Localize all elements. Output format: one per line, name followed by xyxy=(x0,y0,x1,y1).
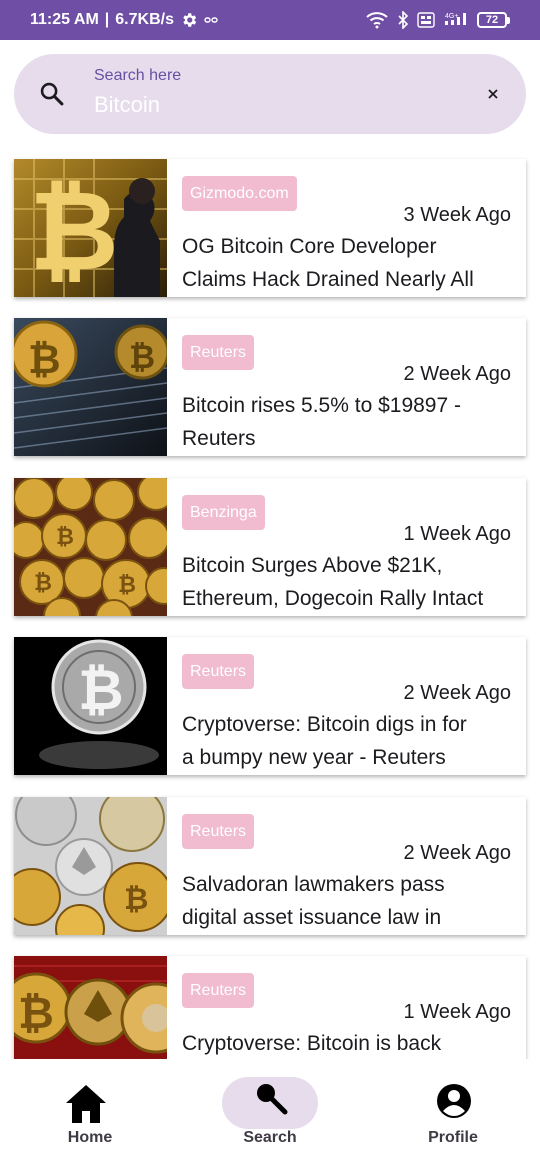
article-age: 2 Week Ago xyxy=(403,363,511,385)
search-icon[interactable] xyxy=(38,80,66,113)
source-badge: Benzinga xyxy=(182,495,265,530)
clear-icon[interactable] xyxy=(484,85,502,103)
link-icon xyxy=(204,15,218,25)
article-title[interactable]: OG Bitcoin Core Developer Claims Hack Dr… xyxy=(182,230,512,296)
nav-label-profile: Profile xyxy=(428,1129,478,1146)
news-card[interactable]: ₿ ₿ ₿ Benzinga 1 Week Ago Bitcoin Surges A… xyxy=(14,478,526,616)
article-title-line: Reuters xyxy=(182,427,256,450)
status-speed: 6.7KB/s xyxy=(115,11,174,28)
article-title-line: OG Bitcoin Core Developer xyxy=(182,235,437,258)
article-title[interactable]: Bitcoin Surges Above $21K, Ethereum, Dog… xyxy=(182,549,512,615)
svg-text:₿: ₿ xyxy=(34,570,52,595)
svg-text:4G+: 4G+ xyxy=(445,13,458,20)
search-nav-icon[interactable] xyxy=(252,1079,288,1120)
signal-icon: 4G+ xyxy=(443,11,469,29)
article-thumbnail: ₿ xyxy=(14,637,167,775)
article-title-line: digital asset issuance law in xyxy=(182,906,442,929)
news-card[interactable]: ₿ Reuters 2 Week Ago Salvadoran lawmaker… xyxy=(14,797,526,935)
article-thumbnail: ₿ xyxy=(14,956,167,1059)
article-thumbnail: ₿ xyxy=(14,797,167,935)
article-title[interactable]: Bitcoin rises 5.5% to $19897 - Reuters xyxy=(182,389,512,455)
source-badge: Gizmodo.com xyxy=(182,176,297,211)
search-label: Search here xyxy=(94,67,182,84)
article-title-line: Cryptoverse: Bitcoin is back xyxy=(182,1032,442,1055)
article-title-line: Salvadoran lawmakers pass xyxy=(182,873,445,896)
source-badge: Reuters xyxy=(182,654,255,689)
article-age: 1 Week Ago xyxy=(403,1001,511,1023)
article-title[interactable]: Salvadoran lawmakers pass digital asset … xyxy=(182,868,512,934)
article-title[interactable]: Cryptoverse: Bitcoin digs in for a bumpy… xyxy=(182,708,512,774)
search-input[interactable]: Bitcoin xyxy=(94,92,160,118)
settings-gear-icon xyxy=(180,11,198,29)
svg-text:₿: ₿ xyxy=(118,572,136,597)
nav-label-search: Search xyxy=(243,1129,297,1146)
battery-icon: 72 xyxy=(477,12,510,28)
svg-text:₿: ₿ xyxy=(29,170,119,293)
article-thumbnail: ₿ ₿ xyxy=(14,318,167,456)
battery-tip xyxy=(507,16,510,24)
status-bar: 11:25 AM | 6.7KB/s 4G+ 72 xyxy=(0,0,540,40)
svg-text:₿: ₿ xyxy=(56,524,74,549)
nav-item-home[interactable]: Home xyxy=(0,1059,180,1170)
status-time: 11:25 AM xyxy=(30,11,99,28)
profile-icon[interactable] xyxy=(436,1083,472,1124)
article-title-line: Cryptoverse: Bitcoin digs in for xyxy=(182,713,467,736)
status-divider: | xyxy=(104,11,110,28)
source-badge: Reuters xyxy=(182,814,255,849)
article-title-line: Ethereum, Dogecoin Rally Intact xyxy=(182,587,484,610)
news-card[interactable]: ₿ Reuters 1 Week Ago Cryptoverse: Bitcoi… xyxy=(14,956,526,1059)
status-right: 4G+ 72 xyxy=(365,11,510,29)
news-list[interactable]: ₿ Gizmodo.com 3 Week Ago OG Bitcoin Core… xyxy=(0,148,540,1059)
article-title-line: Bitcoin rises 5.5% to $19897 - xyxy=(182,394,461,417)
svg-text:₿: ₿ xyxy=(124,883,148,916)
news-card[interactable]: ₿ Gizmodo.com 3 Week Ago OG Bitcoin Core… xyxy=(14,159,526,297)
article-title-line: a bumpy new year - Reuters xyxy=(182,746,446,769)
article-age: 3 Week Ago xyxy=(403,204,511,226)
news-card[interactable]: ₿ ₿ Reuters 2 Week Ago Bitcoin rises 5.5… xyxy=(14,318,526,456)
article-thumbnail: ₿ xyxy=(14,159,167,297)
article-thumbnail: ₿ ₿ ₿ xyxy=(14,478,167,616)
volte-icon xyxy=(417,12,435,28)
svg-text:₿: ₿ xyxy=(78,658,124,721)
nav-item-profile[interactable]: Profile xyxy=(363,1059,540,1170)
status-left: 11:25 AM | 6.7KB/s xyxy=(30,11,218,29)
article-title-line: Claims Hack Drained Nearly All xyxy=(182,268,474,291)
article-title[interactable]: Cryptoverse: Bitcoin is back xyxy=(182,1027,512,1059)
nav-item-search[interactable]: Search xyxy=(180,1059,360,1170)
article-age: 1 Week Ago xyxy=(403,523,511,545)
bluetooth-icon xyxy=(397,11,409,29)
source-badge: Reuters xyxy=(182,335,255,370)
battery-level: 72 xyxy=(477,12,507,28)
nav-label-home: Home xyxy=(67,1129,113,1146)
svg-text:₿: ₿ xyxy=(18,989,54,1038)
home-icon[interactable] xyxy=(64,1083,108,1130)
wifi-icon xyxy=(365,11,389,29)
article-age: 2 Week Ago xyxy=(403,682,511,704)
bottom-navigation: Home Search Profile xyxy=(0,1059,540,1170)
svg-text:₿: ₿ xyxy=(129,339,155,375)
article-age: 2 Week Ago xyxy=(403,842,511,864)
article-title-line: Bitcoin Surges Above $21K, xyxy=(182,554,443,577)
search-bar[interactable]: Search here Bitcoin xyxy=(14,54,526,134)
source-badge: Reuters xyxy=(182,973,255,1008)
news-card[interactable]: ₿ Reuters 2 Week Ago Cryptoverse: Bitcoi… xyxy=(14,637,526,775)
svg-text:₿: ₿ xyxy=(28,338,61,382)
